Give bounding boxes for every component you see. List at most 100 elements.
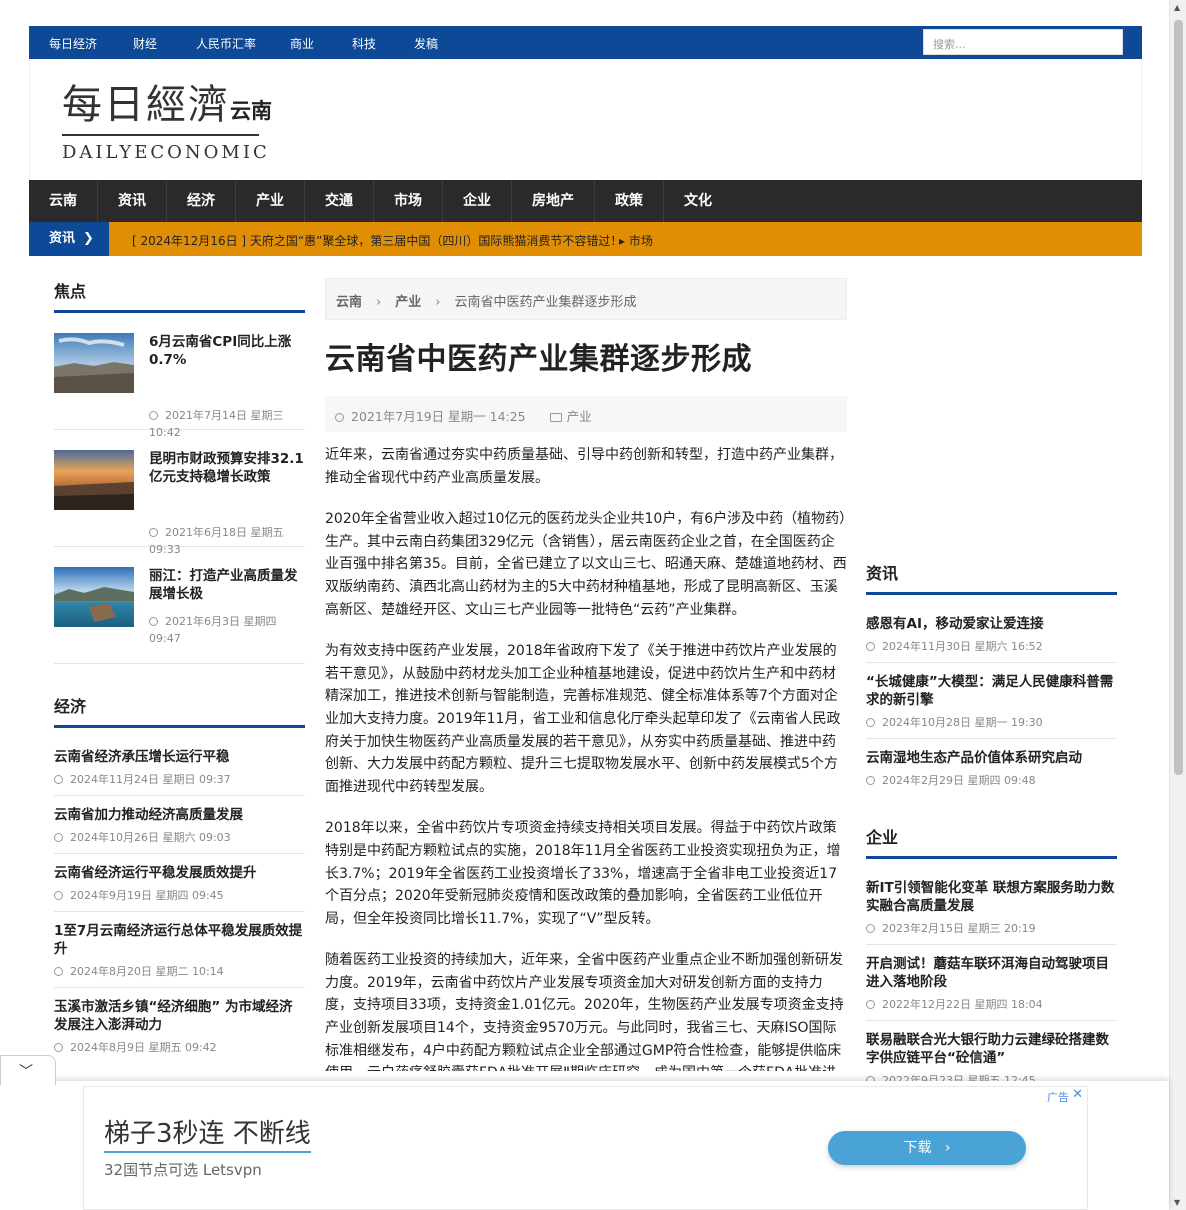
article-category[interactable]: 产业: [567, 409, 592, 424]
news-ticker: 资讯 ❯ [ 2024年12月16日 ] 天府之国“惠”聚全球，第三届中国（四川）…: [29, 222, 1142, 256]
focus-item[interactable]: 丽江：打造产业高质量发展增长极 2021年6月3日 星期四 09:47: [54, 547, 305, 664]
search-input[interactable]: 搜索...: [923, 29, 1123, 55]
article-paragraph: 2018年以来，全省中药饮片专项资金持续支持相关项目发展。得益于中药饮片政策特别…: [325, 820, 841, 927]
top-link-business[interactable]: 商业: [290, 35, 314, 52]
folder-icon: [549, 413, 562, 422]
clock-icon: [149, 411, 158, 420]
clock-icon: [866, 776, 875, 785]
list-item[interactable]: 云南省经济运行平稳发展质效提升 2024年9月19日 星期四 09:45: [54, 854, 305, 912]
list-item[interactable]: 云南湿地生态产品价值体系研究启动 2024年2月29日 星期四 09:48: [866, 739, 1117, 796]
chevron-right-icon: ›: [944, 1140, 951, 1156]
chevron-right-icon: ›: [376, 295, 382, 310]
focus-item-meta: 2021年6月3日 星期四 09:47: [149, 615, 277, 645]
clock-icon: [866, 718, 875, 727]
nav-culture[interactable]: 文化: [664, 180, 732, 222]
chevron-right-icon: ›: [435, 295, 441, 310]
nav-yunnan[interactable]: 云南: [29, 180, 98, 222]
article-paragraph: 随着医药工业投资的持续加大，近年来，全省中医药产业重点企业不断加强创新研发力度。…: [325, 952, 844, 1071]
ad-box[interactable]: 广告 ✕ 梯子3秒连 不断线 32国节点可选 Letsvpn 下载 ›: [83, 1086, 1088, 1210]
main-nav: 云南 资讯 经济 产业 交通 市场 企业 房地产 政策 文化: [29, 180, 1142, 222]
focus-thumbnail-lake[interactable]: [54, 567, 134, 627]
clock-icon: [149, 617, 158, 626]
focus-item-title[interactable]: 6月云南省CPI同比上涨0.7%: [149, 333, 305, 369]
clock-icon: [54, 891, 63, 900]
article-date: 2021年7月19日 星期一 14:25: [351, 409, 526, 424]
chevron-right-icon: ❯: [83, 231, 94, 246]
article-paragraph: 近年来，云南省通过夯实中药质量基础、引导中药创新和转型，打造中药产业集群，推动全…: [325, 447, 843, 486]
scroll-down-icon[interactable]: ▼: [1174, 1198, 1180, 1207]
list-item[interactable]: 云南省加力推动经济高质量发展 2024年10月26日 星期六 09:03: [54, 796, 305, 854]
focus-item-title[interactable]: 丽江：打造产业高质量发展增长极: [149, 567, 305, 603]
clock-icon: [149, 528, 158, 537]
list-item[interactable]: 感恩有AI，移动爱家让爱连接 2024年11月30日 星期六 16:52: [866, 595, 1117, 663]
scroll-up-icon[interactable]: ▲: [1174, 3, 1180, 12]
site-logo[interactable]: 每日經濟云南 DAILYECONOMIC: [62, 82, 272, 163]
article-title: 云南省中医药产业集群逐步形成: [325, 342, 752, 377]
clock-icon: [866, 642, 875, 651]
nav-policy[interactable]: 政策: [595, 180, 664, 222]
scrollbar-thumb[interactable]: [1174, 20, 1183, 775]
breadcrumb: 云南 › 产业 › 云南省中医药产业集群逐步形成: [325, 278, 847, 320]
ticker-label[interactable]: 资讯 ❯: [29, 222, 109, 256]
list-item[interactable]: “长城健康”大模型：满足人民健康科普需求的新引擎 2024年10月28日 星期一 …: [866, 663, 1117, 739]
ad-collapse-button[interactable]: ﹀: [0, 1055, 56, 1085]
focus-thumbnail-city[interactable]: [54, 333, 134, 393]
right-sidebar: 资讯 感恩有AI，移动爱家让爱连接 2024年11月30日 星期六 16:52 “…: [866, 560, 1117, 1096]
top-link-finance[interactable]: 财经: [133, 35, 157, 52]
top-link-rmb[interactable]: 人民币汇率: [196, 35, 256, 52]
left-sidebar: 焦点 6月云南省CPI同比上涨0.7% 2021年7月14日 星期三 10:42 …: [54, 278, 305, 1128]
top-bar: 每日经济 财经 人民币汇率 商业 科技 发稿 搜索...: [29, 26, 1142, 59]
list-item[interactable]: 1至7月云南经济运行总体平稳发展质效提升 2024年8月20日 星期二 10:14: [54, 912, 305, 988]
ad-download-button[interactable]: 下载 ›: [828, 1131, 1026, 1165]
clock-icon: [54, 775, 63, 784]
ticker-headline[interactable]: [ 2024年12月16日 ] 天府之国“惠”聚全球，第三届中国（四川）国际熊猫…: [132, 232, 622, 249]
nav-news[interactable]: 资讯: [98, 180, 167, 222]
clock-icon: [866, 1000, 875, 1009]
chevron-down-icon: ﹀: [19, 1064, 33, 1080]
breadcrumb-yunnan[interactable]: 云南: [336, 295, 362, 310]
nav-market[interactable]: 市场: [374, 180, 443, 222]
focus-thumbnail-sunset[interactable]: [54, 450, 134, 510]
article-body: 近年来，云南省通过夯实中药质量基础、引导中药创新和转型，打造中药产业集群，推动全…: [325, 444, 847, 1071]
article-meta: 2021年7月19日 星期一 14:25 产业: [325, 396, 847, 432]
logo-region: 云南: [230, 99, 272, 123]
nav-enterprise[interactable]: 企业: [443, 180, 512, 222]
logo-en: DAILYECONOMIC: [62, 142, 270, 163]
economy-section-title: 经济: [54, 693, 305, 728]
list-item[interactable]: 开启测试！蘑菇车联环洱海自动驾驶项目进入落地阶段 2022年12月22日 星期四 …: [866, 945, 1117, 1021]
clock-icon: [866, 924, 875, 933]
page-scrollbar[interactable]: ▲ ▼: [1169, 0, 1186, 1210]
top-link-publish[interactable]: 发稿: [414, 35, 438, 52]
logo-cn: 每日經濟: [62, 82, 230, 128]
nav-economy[interactable]: 经济: [167, 180, 236, 222]
focus-item[interactable]: 6月云南省CPI同比上涨0.7% 2021年7月14日 星期三 10:42: [54, 313, 305, 439]
nav-industry[interactable]: 产业: [236, 180, 305, 222]
top-link-tech[interactable]: 科技: [352, 35, 376, 52]
clock-icon: [335, 413, 344, 422]
clock-icon: [54, 967, 63, 976]
close-icon[interactable]: ✕: [1072, 1087, 1083, 1102]
article-paragraph: 2020年全省营业收入超过10亿元的医药龙头企业共10户，有6户涉及中药（植物药…: [325, 511, 847, 618]
news-section-title: 资讯: [866, 560, 1117, 595]
article-paragraph: 为有效支持中医药产业发展，2018年省政府下发了《关于推进中药饮片产业发展的若干…: [325, 643, 841, 795]
breadcrumb-industry[interactable]: 产业: [395, 295, 421, 310]
nav-traffic[interactable]: 交通: [305, 180, 374, 222]
ticker-category[interactable]: ▸ 市场: [619, 232, 653, 249]
ad-subtitle: 32国节点可选 Letsvpn: [104, 1161, 262, 1179]
enterprise-list: 新IT引领智能化变革 联想方案服务助力数实融合高质量发展 2023年2月15日 星…: [866, 859, 1117, 1096]
ad-label: 广告: [1047, 1091, 1069, 1104]
nav-realestate[interactable]: 房地产: [512, 180, 595, 222]
list-item[interactable]: 云南省经济承压增长运行平稳 2024年11月24日 星期日 09:37: [54, 728, 305, 796]
article: 云南 › 产业 › 云南省中医药产业集群逐步形成 云南省中医药产业集群逐步形成 2021…: [325, 278, 847, 1071]
focus-item[interactable]: 昆明市财政预算安排32.1亿元支持稳增长政策 2021年6月18日 星期五 09:…: [54, 430, 305, 556]
focus-item-title[interactable]: 昆明市财政预算安排32.1亿元支持稳增长政策: [149, 450, 305, 486]
clock-icon: [54, 1043, 63, 1052]
focus-section-title: 焦点: [54, 278, 305, 313]
ad-headline[interactable]: 梯子3秒连 不断线: [104, 1117, 311, 1153]
top-link-daily[interactable]: 每日经济: [49, 35, 97, 52]
list-item[interactable]: 玉溪市激活乡镇“经济细胞” 为市域经济发展注入澎湃动力 2024年8月9日 星期五…: [54, 988, 305, 1063]
site-header: 每日經濟云南 DAILYECONOMIC: [29, 59, 1142, 180]
logo-rule: [62, 134, 259, 136]
list-item[interactable]: 新IT引领智能化变革 联想方案服务助力数实融合高质量发展 2023年2月15日 星…: [866, 859, 1117, 945]
news-list: 感恩有AI，移动爱家让爱连接 2024年11月30日 星期六 16:52 “长城健…: [866, 595, 1117, 796]
